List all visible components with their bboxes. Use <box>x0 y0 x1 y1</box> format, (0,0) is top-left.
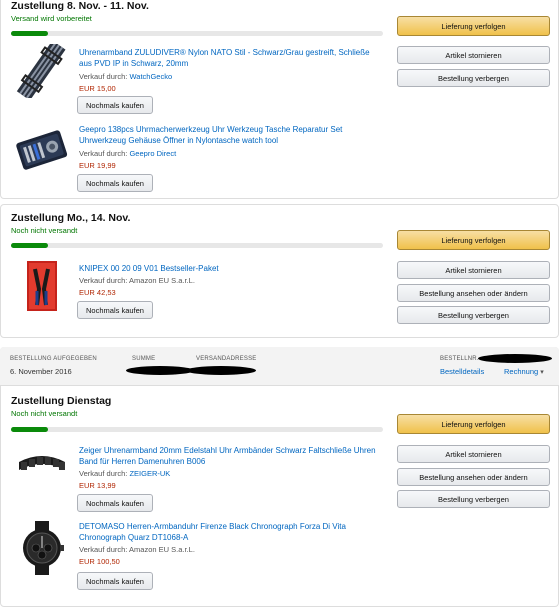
item-title-link[interactable]: KNIPEX 00 20 09 V01 Bestseller-Paket <box>79 263 384 274</box>
chronograph-watch-image[interactable] <box>15 521 69 575</box>
seller-name: Amazon EU S.a.r.L. <box>129 276 195 285</box>
invoice-dropdown[interactable]: Rechnung ▾ <box>504 367 544 376</box>
redacted-order-number <box>478 354 552 363</box>
steel-band-image[interactable] <box>15 440 69 494</box>
shipment-progress-bar <box>11 31 383 36</box>
shipment-status: Versand wird vorbereitet <box>11 14 92 23</box>
order-card: Zustellung Mo., 14. Nov. Noch nicht vers… <box>0 204 559 338</box>
track-package-button[interactable]: Lieferung verfolgen <box>397 16 550 36</box>
item-title-link[interactable]: DETOMASO Herren-Armbanduhr Firenze Black… <box>79 521 384 543</box>
item-seller: Verkauf durch: Geepro Direct <box>79 149 177 158</box>
track-package-button[interactable]: Lieferung verfolgen <box>397 230 550 250</box>
item-price: EUR 19,99 <box>79 161 116 170</box>
order-details-link[interactable]: Bestelldetails <box>440 367 484 376</box>
hide-order-button[interactable]: Bestellung verbergen <box>397 69 550 87</box>
item-price: EUR 42,53 <box>79 288 116 297</box>
order-card: Zustellung 8. Nov. - 11. Nov. Versand wi… <box>0 0 559 199</box>
buy-again-button[interactable]: Nochmals kaufen <box>77 96 153 114</box>
buy-again-button[interactable]: Nochmals kaufen <box>77 572 153 590</box>
order-total-label: SUMME <box>132 356 156 362</box>
seller-name: Amazon EU S.a.r.L. <box>129 545 195 554</box>
item-title-link[interactable]: Geepro 138pcs Uhrmacherwerkzeug Uhr Werk… <box>79 124 384 146</box>
cancel-items-button[interactable]: Artikel stornieren <box>397 261 550 279</box>
shipment-progress-bar <box>11 427 383 432</box>
track-package-button[interactable]: Lieferung verfolgen <box>397 414 550 434</box>
hide-order-button[interactable]: Bestellung verbergen <box>397 490 550 508</box>
shipment-status: Noch nicht versandt <box>11 409 78 418</box>
cancel-items-button[interactable]: Artikel stornieren <box>397 445 550 463</box>
progress-fill <box>11 243 49 248</box>
item-seller: Verkauf durch: WatchGecko <box>79 72 173 81</box>
chevron-down-icon: ▾ <box>540 369 544 376</box>
seller-link[interactable]: Geepro Direct <box>129 149 176 158</box>
shipment-title: Zustellung Dienstag <box>11 395 112 407</box>
item-seller: Verkauf durch: Amazon EU S.a.r.L. <box>79 276 195 285</box>
shipment-progress-bar <box>11 243 383 248</box>
view-edit-order-button[interactable]: Bestellung ansehen oder ändern <box>397 284 550 302</box>
hide-order-button[interactable]: Bestellung verbergen <box>397 306 550 324</box>
item-price: EUR 100,50 <box>79 557 120 566</box>
redacted-total <box>126 366 194 375</box>
progress-fill <box>11 31 49 36</box>
item-title-link[interactable]: Uhrenarmband ZULUDIVER® Nylon NATO Stil … <box>79 47 384 69</box>
item-price: EUR 13,99 <box>79 481 116 490</box>
nato-strap-image[interactable] <box>15 44 69 98</box>
shipment-title: Zustellung 8. Nov. - 11. Nov. <box>11 0 149 12</box>
shipment-title: Zustellung Mo., 14. Nov. <box>11 212 131 224</box>
seller-link[interactable]: ZEIGER-UK <box>129 469 170 478</box>
tool-kit-image[interactable] <box>15 124 69 178</box>
cancel-items-button[interactable]: Artikel stornieren <box>397 46 550 64</box>
order-number-label: BESTELLNR. <box>440 356 479 362</box>
buy-again-button[interactable]: Nochmals kaufen <box>77 494 153 512</box>
order-placed-date: 6. November 2016 <box>10 367 72 376</box>
item-price: EUR 15,00 <box>79 84 116 93</box>
redacted-address <box>186 366 256 375</box>
item-title-link[interactable]: Zeiger Uhrenarmband 20mm Edelstahl Uhr A… <box>79 445 384 467</box>
order-placed-label: BESTELLUNG AUFGEGEBEN <box>10 356 97 362</box>
order-info-header: BESTELLUNG AUFGEGEBEN 6. November 2016 S… <box>0 347 559 386</box>
item-seller: Verkauf durch: ZEIGER-UK <box>79 469 171 478</box>
pliers-set-image[interactable] <box>15 259 69 313</box>
seller-link[interactable]: WatchGecko <box>129 72 172 81</box>
order-card: Zustellung Dienstag Noch nicht versandt … <box>0 347 559 607</box>
progress-fill <box>11 427 49 432</box>
buy-again-button[interactable]: Nochmals kaufen <box>77 301 153 319</box>
shipment-status: Noch nicht versandt <box>11 226 78 235</box>
buy-again-button[interactable]: Nochmals kaufen <box>77 174 153 192</box>
ship-to-label: VERSANDADRESSE <box>196 356 257 362</box>
item-seller: Verkauf durch: Amazon EU S.a.r.L. <box>79 545 195 554</box>
view-edit-order-button[interactable]: Bestellung ansehen oder ändern <box>397 468 550 486</box>
